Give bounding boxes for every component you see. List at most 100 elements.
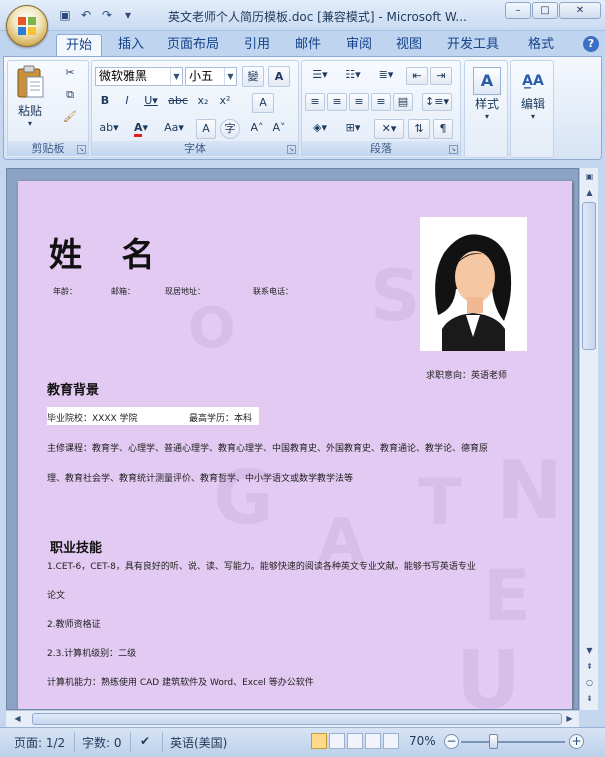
italic-icon[interactable]: I	[117, 93, 137, 111]
distributed-icon[interactable]: ▤	[393, 93, 413, 111]
clipboard-group: 粘贴 ▾ ✂ ⧉ 🖌 剪贴板 ↘	[7, 60, 89, 158]
vertical-scroll-thumb[interactable]	[582, 202, 596, 350]
undo-icon[interactable]: ↶	[77, 6, 95, 24]
vertical-scrollbar[interactable]: ▣ ▲ ▼ ⇞ ○ ⇟	[579, 168, 598, 710]
sort-icon[interactable]: ⇅	[408, 119, 430, 139]
skill-1-line-1: 1.CET-6，CET-8，具有良好的听、说、读、写能力。能够快速的阅读各种英文…	[47, 562, 476, 572]
tab-developer[interactable]: 开发工具	[440, 34, 506, 56]
bold-icon[interactable]: B	[95, 93, 115, 111]
multilevel-list-icon[interactable]: ≣▾	[371, 67, 401, 85]
tab-format[interactable]: 格式	[518, 34, 564, 56]
outline-view-icon[interactable]	[365, 733, 381, 749]
page-counter[interactable]: 页面: 1/2	[14, 734, 65, 751]
enclose-characters-icon[interactable]: 字	[220, 119, 240, 139]
tab-home[interactable]: 开始	[56, 34, 102, 56]
chinese-layout-icon[interactable]: ✕▾	[374, 119, 404, 139]
minimize-button[interactable]: –	[505, 2, 531, 19]
font-color-icon[interactable]: A▾	[127, 119, 155, 139]
phonetic-guide-icon[interactable]: 變	[242, 66, 264, 87]
numbering-icon[interactable]: ☷▾	[338, 67, 368, 85]
word-count[interactable]: 字数: 0	[82, 734, 122, 751]
tab-mailings[interactable]: 邮件	[286, 34, 330, 56]
separator	[162, 732, 163, 752]
editing-button[interactable]: A̲A 编辑 ▾	[515, 67, 551, 137]
strikethrough-icon[interactable]: abc	[165, 93, 191, 111]
tab-review[interactable]: 审阅	[336, 34, 382, 56]
decrease-indent-icon[interactable]: ⇤	[406, 67, 428, 85]
increase-indent-icon[interactable]: ⇥	[430, 67, 452, 85]
tab-view[interactable]: 视图	[386, 34, 432, 56]
scroll-up-icon[interactable]: ▲	[582, 186, 597, 200]
full-screen-reading-icon[interactable]	[329, 733, 345, 749]
clear-formatting-icon[interactable]: A	[252, 93, 274, 113]
zoom-out-icon[interactable]: −	[444, 734, 459, 749]
horizontal-scrollbar[interactable]: ◀ ▶	[6, 710, 579, 727]
font-size-combo[interactable]: 小五 ▼	[185, 67, 237, 86]
browse-object-icon[interactable]: ○	[582, 676, 597, 690]
close-button[interactable]: ✕	[559, 2, 601, 19]
maximize-button[interactable]: □	[532, 2, 558, 19]
customize-icon[interactable]: ▾	[119, 6, 137, 24]
borders-icon[interactable]: ⊞▾	[338, 119, 368, 139]
web-layout-icon[interactable]	[347, 733, 363, 749]
font-name-combo[interactable]: 微软雅黑 ▼	[95, 67, 183, 86]
clipboard-launcher-icon[interactable]: ↘	[77, 145, 86, 154]
font-launcher-icon[interactable]: ↘	[287, 145, 296, 154]
underline-icon[interactable]: U▾	[139, 93, 163, 111]
character-shading-icon[interactable]: A	[196, 119, 216, 139]
show-marks-icon[interactable]: ¶	[433, 119, 453, 139]
styles-button[interactable]: A 样式 ▾	[469, 67, 505, 137]
tab-insert[interactable]: 插入	[106, 34, 156, 56]
align-right-icon[interactable]: ≡	[349, 93, 369, 111]
cut-icon[interactable]: ✂	[60, 65, 80, 83]
line-spacing-icon[interactable]: ↕≡▾	[422, 93, 452, 111]
courses-line-1: 主修课程：教育学、心理学、普通心理学、教育心理学、中国教育史、外国教育史、教育通…	[47, 444, 489, 454]
subscript-icon[interactable]: x₂	[193, 93, 213, 111]
font-group-label: 字体	[92, 141, 298, 156]
office-button[interactable]	[6, 5, 48, 47]
chevron-down-icon[interactable]: ▼	[170, 68, 182, 85]
tab-page-layout[interactable]: 页面布局	[160, 34, 226, 56]
zoom-in-icon[interactable]: +	[569, 734, 584, 749]
paste-button[interactable]: 粘贴 ▾	[12, 65, 48, 135]
help-icon[interactable]: ?	[583, 36, 599, 52]
scroll-right-icon[interactable]: ▶	[562, 712, 577, 726]
zoom-slider[interactable]	[461, 741, 565, 743]
chevron-down-icon[interactable]: ▼	[224, 68, 236, 85]
paste-dropdown-icon[interactable]: ▾	[12, 119, 48, 128]
highlight-color-icon[interactable]: ab▾	[95, 119, 123, 139]
info-email: 邮箱：	[111, 287, 135, 296]
editing-group: A̲A 编辑 ▾	[510, 60, 554, 158]
superscript-icon[interactable]: x²	[215, 93, 235, 111]
document-area: S I N T G A E U O 姓 名 年龄： 邮箱： 现居地址： 联系电话…	[6, 168, 579, 710]
justify-icon[interactable]: ≡	[371, 93, 391, 111]
previous-page-icon[interactable]: ⇞	[582, 660, 597, 674]
proofing-icon[interactable]: ✔	[140, 734, 150, 748]
ruler-toggle-icon[interactable]: ▣	[582, 170, 597, 184]
copy-icon[interactable]: ⧉	[60, 87, 80, 105]
language-indicator[interactable]: 英语(美国)	[170, 734, 227, 751]
scroll-down-icon[interactable]: ▼	[582, 644, 597, 658]
print-layout-icon[interactable]	[311, 733, 327, 749]
redo-icon[interactable]: ↷	[98, 6, 116, 24]
tab-references[interactable]: 引用	[230, 34, 284, 56]
scroll-left-icon[interactable]: ◀	[10, 712, 25, 726]
align-left-icon[interactable]: ≡	[305, 93, 325, 111]
grow-font-icon[interactable]: A˄	[247, 119, 267, 139]
change-case-icon[interactable]: Aa▾	[159, 119, 189, 139]
format-painter-icon[interactable]: 🖌	[60, 109, 80, 127]
character-border-icon[interactable]: A	[268, 66, 290, 87]
window-controls: – □ ✕	[505, 2, 601, 19]
zoom-slider-thumb[interactable]	[489, 734, 498, 749]
zoom-level[interactable]: 70%	[409, 734, 436, 748]
save-icon[interactable]: ▣	[56, 6, 74, 24]
next-page-icon[interactable]: ⇟	[582, 692, 597, 706]
shading-icon[interactable]: ◈▾	[305, 119, 335, 139]
align-center-icon[interactable]: ≡	[327, 93, 347, 111]
horizontal-scroll-thumb[interactable]	[32, 713, 562, 725]
shrink-font-icon[interactable]: A˅	[269, 119, 289, 139]
document-page[interactable]: S I N T G A E U O 姓 名 年龄： 邮箱： 现居地址： 联系电话…	[18, 181, 572, 709]
draft-view-icon[interactable]	[383, 733, 399, 749]
paragraph-launcher-icon[interactable]: ↘	[449, 145, 458, 154]
bullets-icon[interactable]: ☰▾	[305, 67, 335, 85]
